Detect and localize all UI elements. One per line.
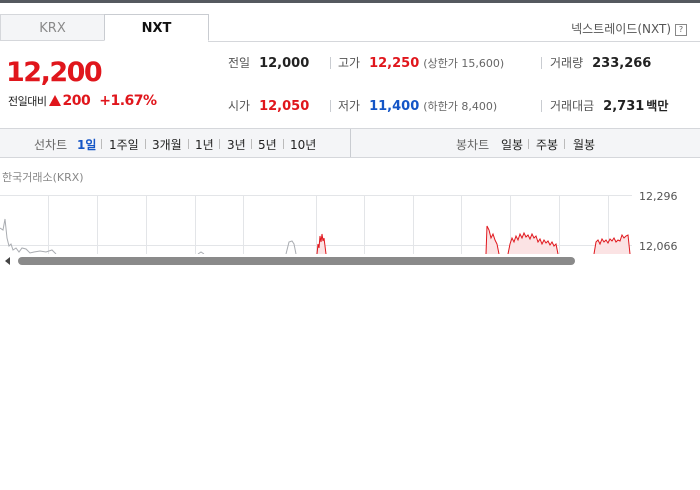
stat-label: 거래량 <box>550 56 584 70</box>
intraday-price-chart: 12,296 12,066 <box>0 190 678 254</box>
stat-value: 12,000 <box>259 56 310 71</box>
stat-low: 저가 11,400 (하한가 8,400) <box>338 97 497 114</box>
price-change: 전일대비 200 +1.67% <box>8 93 157 109</box>
candle-weekly-button[interactable]: 주봉 <box>536 136 558 153</box>
nextrade-link[interactable]: 넥스트레이드(NXT)? <box>571 20 687 37</box>
candle-daily-button[interactable]: 일봉 <box>501 136 523 153</box>
stat-value: 233,266 <box>592 56 652 71</box>
stat-volume: 거래량 233,266 <box>550 54 651 71</box>
period-divider <box>219 139 220 149</box>
exchange-tabs: KRX NXT 넥스트레이드(NXT)? <box>0 14 700 42</box>
stat-value: 12,250 <box>369 56 420 71</box>
chart-type-separator <box>350 129 351 157</box>
nextrade-link-label[interactable]: 넥스트레이드(NXT) <box>571 22 671 36</box>
period-3m-button[interactable]: 3개월 <box>152 136 182 153</box>
period-divider <box>564 139 565 149</box>
up-triangle-icon <box>49 95 62 106</box>
stat-divider <box>330 57 331 69</box>
stat-open: 시가 12,050 <box>228 97 309 114</box>
chart-period-bar: 선차트 1일 1주일 3개월 1년 3년 5년 10년 봉차트 일봉 주봉 월봉 <box>0 128 700 158</box>
help-icon[interactable]: ? <box>675 24 687 36</box>
period-3y-button[interactable]: 3년 <box>227 136 246 153</box>
period-1d-button[interactable]: 1일 <box>77 136 96 153</box>
period-5y-button[interactable]: 5년 <box>258 136 277 153</box>
candle-monthly-button[interactable]: 월봉 <box>573 136 595 153</box>
tab-krx[interactable]: KRX <box>0 14 105 41</box>
stat-value: 11,400 <box>369 99 420 114</box>
line-chart-label: 선차트 <box>34 138 68 152</box>
period-divider <box>251 139 252 149</box>
stat-divider <box>541 100 542 112</box>
lower-limit: (하한가 8,400) <box>423 100 498 113</box>
price-area-up <box>486 226 499 254</box>
period-divider <box>188 139 189 149</box>
scrollbar-thumb[interactable] <box>18 257 575 265</box>
current-price: 12,200 <box>6 57 103 88</box>
scroll-left-arrow-icon[interactable] <box>5 257 10 265</box>
exchange-label: 한국거래소(KRX) <box>2 171 84 184</box>
period-divider <box>145 139 146 149</box>
period-10y-button[interactable]: 10년 <box>290 136 316 153</box>
y-tick-label: 12,296 <box>639 190 678 203</box>
stat-prev-close: 전일 12,000 <box>228 54 309 71</box>
stat-unit: 백만 <box>646 99 669 113</box>
period-divider <box>101 139 102 149</box>
stat-label: 고가 <box>338 56 361 70</box>
change-label: 전일대비 <box>8 95 47 108</box>
tab-underline <box>208 41 700 42</box>
period-1y-button[interactable]: 1년 <box>195 136 214 153</box>
candle-chart-label: 봉차트 <box>456 138 490 152</box>
change-amount: 200 <box>62 93 91 109</box>
stat-label: 거래대금 <box>550 99 595 113</box>
y-tick-label: 12,066 <box>639 240 678 253</box>
period-divider <box>283 139 284 149</box>
period-divider <box>528 139 529 149</box>
stat-divider <box>330 100 331 112</box>
price-line-flat <box>285 240 297 254</box>
price-line-flat <box>0 218 57 254</box>
tab-nxt[interactable]: NXT <box>104 14 209 41</box>
stat-label: 저가 <box>338 99 361 113</box>
stat-trade-value: 거래대금 2,731 백만 <box>550 97 668 114</box>
upper-limit: (상한가 15,600) <box>423 57 505 70</box>
stat-label: 시가 <box>228 99 251 113</box>
stat-high: 고가 12,250 (상한가 15,600) <box>338 54 504 71</box>
top-border <box>0 0 700 3</box>
period-1w-button[interactable]: 1주일 <box>109 136 139 153</box>
stat-value: 2,731 <box>603 99 645 114</box>
stat-value: 12,050 <box>259 99 310 114</box>
stat-divider <box>541 57 542 69</box>
change-percent: +1.67% <box>99 93 157 109</box>
stat-label: 전일 <box>228 56 251 70</box>
